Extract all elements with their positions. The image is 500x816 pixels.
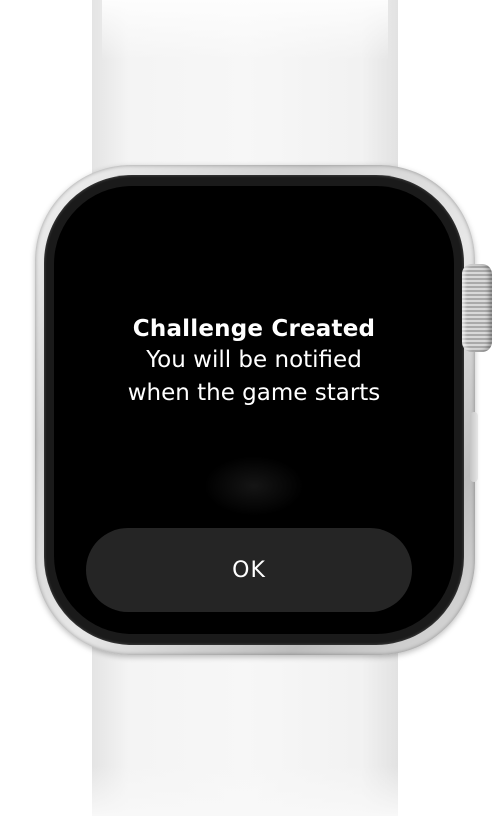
alert-body-line-1: You will be notified (146, 347, 362, 373)
screen-glow (204, 456, 304, 516)
watch-band-bottom (92, 630, 398, 816)
watch-band-top (92, 0, 398, 190)
alert-body-line-2: when the game starts (127, 380, 381, 406)
digital-crown[interactable] (462, 264, 492, 352)
side-button[interactable] (470, 412, 478, 482)
alert-title: Challenge Created (132, 316, 376, 342)
watch-mockup: Challenge Created You will be notified w… (0, 0, 500, 816)
ok-button[interactable]: OK (86, 528, 412, 612)
watch-screen: Challenge Created You will be notified w… (54, 186, 454, 634)
alert-message: Challenge Created You will be notified w… (54, 314, 454, 410)
ok-button-label: OK (232, 557, 266, 583)
